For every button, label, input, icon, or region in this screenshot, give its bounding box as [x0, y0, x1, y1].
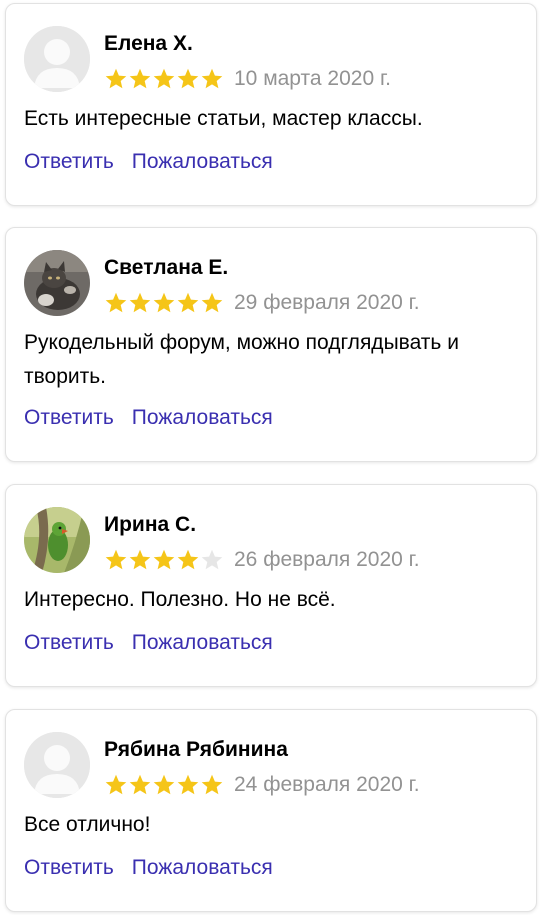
- star-filled-icon: [177, 549, 199, 570]
- star-filled-icon: [129, 774, 151, 795]
- star-filled-icon: [105, 68, 127, 89]
- review-card: Светлана Е. 29 февраля 2020 г. Рукодельн…: [5, 227, 537, 462]
- rating-stars: [104, 548, 224, 572]
- review-text: Интересно. Полезно. Но не всё.: [24, 588, 336, 611]
- star-filled-icon: [153, 292, 175, 313]
- user-avatar-placeholder-icon[interactable]: [24, 732, 90, 798]
- reply-link[interactable]: Ответить: [24, 854, 114, 882]
- star-filled-icon: [129, 549, 151, 570]
- review-text: Рукодельный форум, можно подглядывать и …: [24, 331, 459, 388]
- review-card: Ирина С. 26 февраля 2020 г. Интересно. П…: [5, 484, 537, 687]
- author-name[interactable]: Рябина Рябинина: [104, 736, 288, 764]
- author-name[interactable]: Ирина С.: [104, 511, 196, 539]
- review-text: Есть интересные статьи, мастер классы.: [24, 107, 423, 130]
- report-link[interactable]: Пожаловаться: [132, 854, 273, 882]
- parrot-photo-avatar-icon[interactable]: [24, 507, 90, 573]
- review-date: 29 февраля 2020 г.: [234, 291, 420, 314]
- star-filled-icon: [177, 68, 199, 89]
- review-card: Рябина Рябинина 24 февраля 2020 г. Все о…: [5, 709, 537, 912]
- reply-link[interactable]: Ответить: [24, 148, 114, 176]
- star-filled-icon: [105, 549, 127, 570]
- review-date: 24 февраля 2020 г.: [234, 773, 420, 796]
- star-filled-icon: [153, 549, 175, 570]
- user-avatar-placeholder-icon[interactable]: [24, 26, 90, 92]
- star-filled-icon: [201, 292, 223, 313]
- report-link[interactable]: Пожаловаться: [132, 404, 273, 432]
- report-link[interactable]: Пожаловаться: [132, 148, 273, 176]
- reply-link[interactable]: Ответить: [24, 404, 114, 432]
- reply-link[interactable]: Ответить: [24, 629, 114, 657]
- rating-stars: [104, 291, 224, 315]
- star-filled-icon: [201, 774, 223, 795]
- review-text: Все отлично!: [24, 813, 151, 836]
- star-filled-icon: [129, 68, 151, 89]
- review-card: Елена Х. 10 марта 2020 г. Есть интересны…: [5, 3, 537, 206]
- star-filled-icon: [105, 292, 127, 313]
- author-name[interactable]: Елена Х.: [104, 30, 193, 58]
- review-date: 10 марта 2020 г.: [234, 67, 391, 90]
- author-name[interactable]: Светлана Е.: [104, 254, 228, 282]
- star-empty-icon: [201, 549, 223, 570]
- cat-photo-avatar-icon[interactable]: [24, 250, 90, 316]
- star-filled-icon: [153, 68, 175, 89]
- star-filled-icon: [153, 774, 175, 795]
- star-filled-icon: [129, 292, 151, 313]
- report-link[interactable]: Пожаловаться: [132, 629, 273, 657]
- star-filled-icon: [105, 774, 127, 795]
- star-filled-icon: [201, 68, 223, 89]
- star-filled-icon: [177, 774, 199, 795]
- rating-stars: [104, 773, 224, 797]
- rating-stars: [104, 67, 224, 91]
- review-date: 26 февраля 2020 г.: [234, 548, 420, 571]
- star-filled-icon: [177, 292, 199, 313]
